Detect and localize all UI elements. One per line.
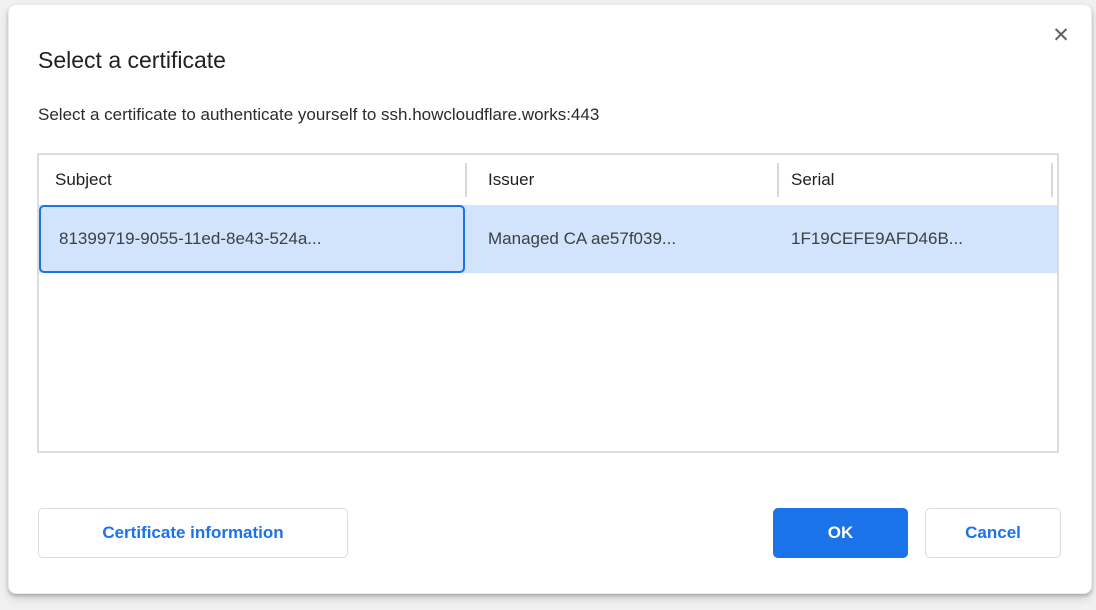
certificate-table: Subject Issuer Serial 81399719-9055-11ed… xyxy=(37,153,1059,453)
column-header-subject: Subject xyxy=(39,155,465,205)
column-header-subject-label: Subject xyxy=(55,170,112,190)
column-divider xyxy=(1051,163,1053,197)
column-divider xyxy=(777,163,779,197)
column-header-issuer-label: Issuer xyxy=(488,170,534,190)
cancel-button[interactable]: Cancel xyxy=(925,508,1061,558)
column-header-serial-label: Serial xyxy=(791,170,834,190)
column-divider xyxy=(465,163,467,197)
cell-serial: 1F19CEFE9AFD46B... xyxy=(777,205,1057,273)
certificate-row-selected[interactable]: 81399719-9055-11ed-8e43-524a... Managed … xyxy=(39,205,1057,273)
cell-subject: 81399719-9055-11ed-8e43-524a... xyxy=(39,205,465,273)
dialog-subtitle: Select a certificate to authenticate you… xyxy=(38,105,599,125)
ok-button[interactable]: OK xyxy=(773,508,908,558)
cell-issuer: Managed CA ae57f039... xyxy=(465,205,777,273)
column-header-issuer: Issuer xyxy=(465,155,777,205)
close-icon[interactable]: ✕ xyxy=(1045,19,1077,51)
dialog-title: Select a certificate xyxy=(38,47,226,74)
table-header-row: Subject Issuer Serial xyxy=(39,155,1057,205)
certificate-select-dialog: ✕ Select a certificate Select a certific… xyxy=(8,4,1092,594)
certificate-information-button[interactable]: Certificate information xyxy=(38,508,348,558)
column-header-serial: Serial xyxy=(777,155,1057,205)
